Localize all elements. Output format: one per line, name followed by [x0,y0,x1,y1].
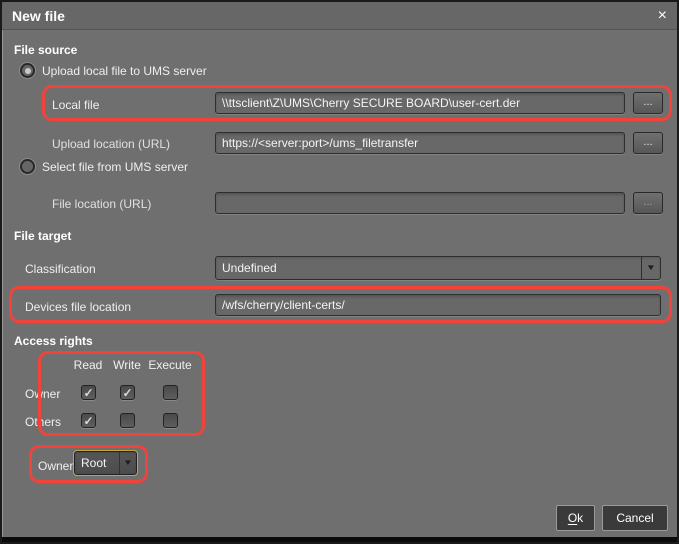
file-target-section-label: File target [14,229,71,243]
ok-button[interactable]: Ok [556,505,595,531]
owner-select-label: Owner [38,459,73,473]
close-icon[interactable]: × [658,2,667,30]
check-icon: ✓ [83,415,93,427]
radio-select-from-ums[interactable] [20,159,35,174]
classification-dropdown[interactable]: Undefined ▼ [215,256,661,280]
owner-dropdown-value: Root [81,456,106,470]
file-location-label: File location (URL) [52,197,151,211]
cancel-button[interactable]: Cancel [602,505,668,531]
column-header-execute: Execute [148,358,191,372]
file-source-section-label: File source [14,43,77,57]
classification-label: Classification [25,262,96,276]
dialog-bottom-shadow [0,537,679,544]
column-header-write: Write [113,358,141,372]
checkbox-others-execute[interactable] [163,413,178,428]
checkbox-owner-execute[interactable] [163,385,178,400]
chevron-down-icon: ▼ [123,452,133,474]
checkbox-others-read[interactable]: ✓ [81,413,96,428]
local-file-browse-button[interactable]: ... [633,92,663,114]
classification-dropdown-arrowbox[interactable]: ▼ [641,257,660,279]
owner-row-label: Owner [25,387,60,401]
owner-dropdown-arrowbox[interactable]: ▼ [119,452,136,474]
check-icon: ✓ [122,387,132,399]
upload-location-input[interactable]: https://<server:port>/ums_filetransfer [215,132,625,154]
dialog-title: New file [12,2,65,30]
classification-value: Undefined [222,261,277,275]
file-location-browse-button[interactable]: ... [633,192,663,214]
owner-dropdown[interactable]: Root ▼ [74,451,137,475]
devices-file-location-label: Devices file location [25,300,131,314]
radio-upload-local-file[interactable] [20,63,35,78]
file-location-input[interactable] [215,192,625,214]
access-rights-section-label: Access rights [14,334,93,348]
title-bar: New file × [2,2,677,30]
radio-select-from-ums-label: Select file from UMS server [42,160,188,174]
upload-location-browse-button[interactable]: ... [633,132,663,154]
checkbox-owner-write[interactable]: ✓ [120,385,135,400]
upload-location-label: Upload location (URL) [52,137,170,151]
local-file-input[interactable]: \\ttsclient\Z\UMS\Cherry SECURE BOARD\us… [215,92,625,114]
devices-file-location-input[interactable]: /wfs/cherry/client-certs/ [215,294,661,316]
others-row-label: Others [25,415,61,429]
check-icon: ✓ [83,387,93,399]
checkbox-others-write[interactable] [120,413,135,428]
column-header-read: Read [74,358,103,372]
radio-upload-local-file-label: Upload local file to UMS server [42,64,207,78]
local-file-label: Local file [52,98,99,112]
new-file-dialog: New file × File source Upload local file… [0,0,679,544]
checkbox-owner-read[interactable]: ✓ [81,385,96,400]
chevron-down-icon: ▼ [646,257,656,279]
